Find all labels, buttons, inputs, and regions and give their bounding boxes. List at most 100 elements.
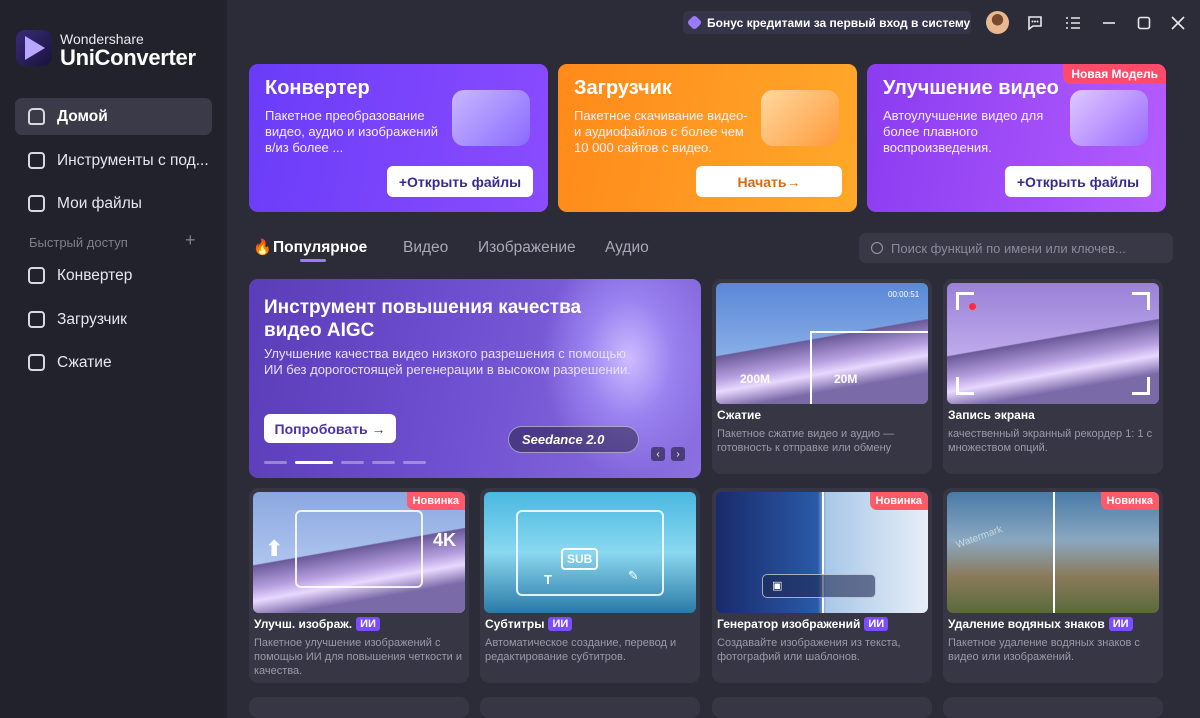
- sidebar-item-my-files[interactable]: Мои файлы: [15, 185, 212, 222]
- video-enhance-card[interactable]: Улучшение видео Автоулучшение видео для …: [867, 64, 1166, 212]
- close-icon[interactable]: [1166, 11, 1190, 35]
- tool-tile-partial[interactable]: [480, 697, 700, 718]
- minimize-icon[interactable]: [1097, 11, 1121, 35]
- maximize-icon[interactable]: [1132, 11, 1156, 35]
- tab-popular[interactable]: Популярное: [273, 239, 367, 257]
- tile-desc: качественный экранный рекордер 1: 1 с мн…: [948, 428, 1153, 454]
- converter-illustration-icon: [452, 90, 530, 146]
- tab-video[interactable]: Видео: [403, 239, 448, 257]
- sidebar-item-label: Мои файлы: [57, 194, 142, 212]
- enhance-illustration-icon: [1070, 90, 1148, 146]
- tile-title: Генератор изображений ИИ: [717, 617, 889, 631]
- bonus-credits-button[interactable]: Бонус кредитами за первый вход в систему: [683, 11, 971, 34]
- sidebar: Wondershare UniConverter Домой Инструмен…: [0, 0, 227, 718]
- tile-desc: Пакетное удаление водяных знаков с видео…: [948, 637, 1140, 663]
- banner-desc: Улучшение качества видео низкого разреше…: [264, 346, 631, 377]
- tile-title: Субтитры ИИ: [485, 617, 573, 631]
- tile-title-text: Удаление водяных знаков: [948, 617, 1105, 631]
- tool-tile-partial[interactable]: [712, 697, 932, 718]
- sidebar-item-label: Сжатие: [57, 353, 112, 371]
- fire-icon: 🔥: [253, 239, 272, 256]
- app-logo-icon: [16, 30, 52, 66]
- frame-corner: [956, 377, 974, 395]
- tab-underline: [300, 259, 326, 262]
- tile-title-text: Генератор изображений: [717, 617, 861, 631]
- tile-title-text: Запись экрана: [948, 408, 1035, 422]
- new-badge: Новинка: [869, 492, 928, 510]
- tool-tile-partial[interactable]: [943, 697, 1163, 718]
- tool-tile-image-enhance[interactable]: ⬆ 4K Новинка Улучш. изображ. ИИ Пакетное …: [249, 488, 469, 683]
- downloader-illustration-icon: [761, 90, 839, 146]
- home-icon: [28, 108, 45, 125]
- open-files-button[interactable]: +Открыть файлы: [1005, 166, 1151, 197]
- carousel-dot[interactable]: [372, 461, 395, 464]
- tab-audio[interactable]: Аудио: [605, 239, 649, 257]
- prev-arrow-icon[interactable]: ‹: [651, 447, 665, 461]
- image-enhance-thumbnail: ⬆ 4K: [253, 492, 465, 613]
- tool-tile-compress[interactable]: 200M 20M 00:00:51 Сжатие Пакетное сжатие…: [712, 279, 932, 474]
- chat-icon[interactable]: [1023, 11, 1047, 35]
- sidebar-item-home[interactable]: Домой: [15, 98, 212, 135]
- file-icon: [28, 195, 45, 212]
- next-arrow-icon[interactable]: ›: [671, 447, 685, 461]
- quick-access-label: Быстрый доступ: [29, 235, 128, 250]
- screen-record-thumbnail: [947, 283, 1159, 404]
- sidebar-item-toolbox[interactable]: Инструменты с под...: [15, 142, 212, 179]
- carousel-dot[interactable]: [403, 461, 426, 464]
- download-icon: [28, 311, 45, 328]
- promo-banner[interactable]: Инструмент повышения качества видео AIGC…: [249, 279, 701, 478]
- sidebar-item-downloader[interactable]: Загрузчик: [15, 301, 212, 338]
- tile-desc: Пакетное сжатие видео и аудио — готовнос…: [717, 428, 895, 454]
- edit-icon: ✎: [628, 568, 639, 583]
- tile-desc: Автоматическое создание, перевод и редак…: [485, 637, 677, 663]
- sidebar-item-label: Загрузчик: [57, 310, 127, 328]
- carousel-dot[interactable]: [264, 461, 287, 464]
- compress-thumbnail: 200M 20M 00:00:51: [716, 283, 928, 404]
- size-from: 200M: [740, 372, 771, 386]
- tool-tile-subtitles[interactable]: SUB T ✎ Субтитры ИИ Автоматическое создан…: [480, 488, 700, 683]
- image-generator-thumbnail: ▣: [716, 492, 928, 613]
- sidebar-item-label: Конвертер: [57, 266, 133, 284]
- compress-frame: [810, 331, 928, 404]
- downloader-card[interactable]: Загрузчик Пакетное скачивание видео- и а…: [558, 64, 857, 212]
- carousel-dot[interactable]: [341, 461, 364, 464]
- card-title: Загрузчик: [574, 77, 672, 99]
- ai-badge: ИИ: [548, 617, 573, 631]
- card-desc: Пакетное скачивание видео- и аудиофайлов…: [574, 108, 748, 155]
- sidebar-item-compress[interactable]: Сжатие: [15, 344, 212, 381]
- open-files-button[interactable]: +Открыть файлы: [387, 166, 533, 197]
- app-window: Wondershare UniConverter Домой Инструмен…: [0, 0, 1200, 718]
- tile-title-text: Улучш. изображ.: [254, 617, 353, 631]
- tool-tile-watermark-removal[interactable]: Watermark Новинка Удаление водяных знако…: [943, 488, 1163, 683]
- tool-tile-screen-record[interactable]: Запись экрана качественный экранный реко…: [943, 279, 1163, 474]
- converter-card[interactable]: Конвертер Пакетное преобразование видео,…: [249, 64, 548, 212]
- ai-badge: ИИ: [864, 617, 889, 631]
- image-icon: ▣: [772, 580, 783, 592]
- tile-title: Запись экрана: [948, 408, 1035, 422]
- tool-tile-image-generator[interactable]: ▣ Новинка Генератор изображений ИИ Создав…: [712, 488, 932, 683]
- new-badge: Новинка: [406, 492, 465, 510]
- card-title: Конвертер: [265, 77, 370, 99]
- watermark-thumbnail: Watermark: [947, 492, 1159, 613]
- up-arrow-icon: ⬆: [265, 536, 284, 561]
- tile-title-text: Субтитры: [485, 617, 545, 631]
- tool-tile-partial[interactable]: [249, 697, 469, 718]
- search-input[interactable]: Поиск функций по имени или ключев...: [859, 233, 1173, 263]
- sidebar-item-converter[interactable]: Конвертер: [15, 257, 212, 294]
- menu-icon[interactable]: [1061, 11, 1085, 35]
- carousel-dot[interactable]: [295, 461, 333, 464]
- try-button[interactable]: Попробовать →: [264, 414, 396, 443]
- start-button[interactable]: Начать→: [696, 166, 842, 197]
- frame-corner: [1132, 377, 1150, 395]
- tile-desc: Создавайте изображения из текста, фотогр…: [717, 637, 901, 663]
- record-dot-icon: [969, 303, 976, 310]
- mountain-image: [947, 319, 1159, 404]
- card-title: Улучшение видео: [883, 77, 1059, 99]
- add-quick-access-icon[interactable]: +: [185, 230, 196, 251]
- tab-image[interactable]: Изображение: [478, 239, 576, 257]
- subtitles-thumbnail: SUB T ✎: [484, 492, 696, 613]
- video-time: 00:00:51: [888, 290, 920, 299]
- card-desc: Автоулучшение видео для более плавного в…: [883, 108, 1044, 155]
- avatar[interactable]: [986, 11, 1009, 34]
- new-badge: Новинка: [1100, 492, 1159, 510]
